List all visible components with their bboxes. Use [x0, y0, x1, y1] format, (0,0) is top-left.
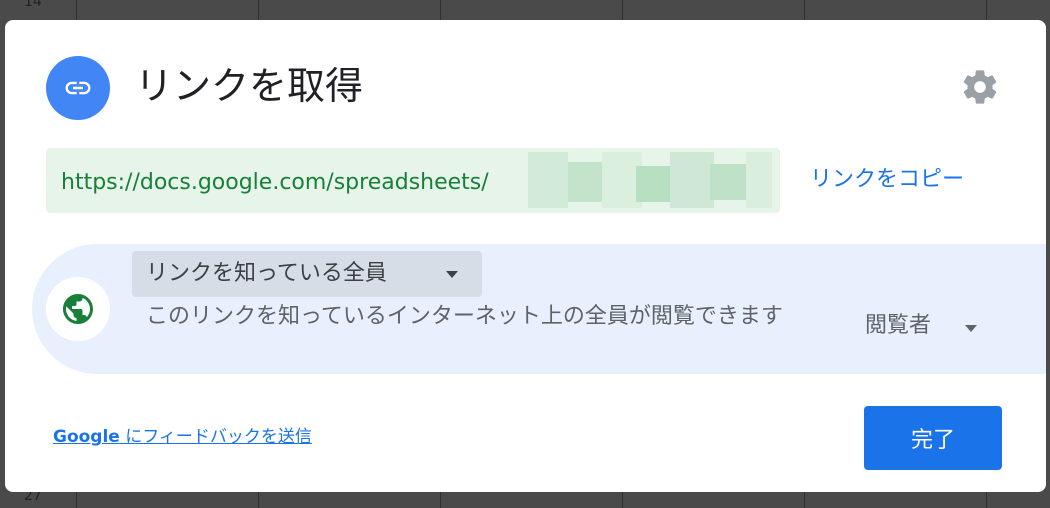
send-feedback-link[interactable]: Google にフィードバックを送信: [53, 425, 312, 449]
feedback-brand: Google: [53, 427, 120, 447]
settings-button[interactable]: [955, 64, 1005, 110]
copy-link-button[interactable]: リンクをコピー: [810, 165, 964, 195]
row-number: 14: [24, 0, 42, 10]
done-button[interactable]: 完了: [864, 406, 1002, 470]
feedback-text: にフィードバックを送信: [119, 427, 312, 447]
link-icon: [46, 56, 110, 120]
link-url-field[interactable]: https://docs.google.com/spreadsheets/: [46, 148, 780, 213]
role-label: 閲覧者: [865, 313, 932, 338]
general-access-panel: リンクを知っている全員 このリンクを知っているインターネット上の全員が閲覧できま…: [32, 244, 1046, 374]
dialog-title: リンクを取得: [135, 64, 364, 108]
link-url-text: https://docs.google.com/spreadsheets/: [61, 170, 489, 195]
access-description: このリンクを知っているインターネット上の全員が閲覧できます: [146, 304, 783, 329]
role-dropdown[interactable]: 閲覧者: [865, 311, 995, 351]
access-scope-dropdown[interactable]: リンクを知っている全員: [132, 251, 482, 297]
caret-down-icon: [965, 325, 977, 332]
access-scope-label: リンクを知っている全員: [146, 261, 387, 286]
caret-down-icon: [446, 271, 458, 278]
globe-icon: [46, 277, 110, 341]
gear-icon: [963, 70, 997, 104]
get-link-dialog: リンクを取得 https://docs.google.com/spreadshe…: [5, 20, 1046, 492]
